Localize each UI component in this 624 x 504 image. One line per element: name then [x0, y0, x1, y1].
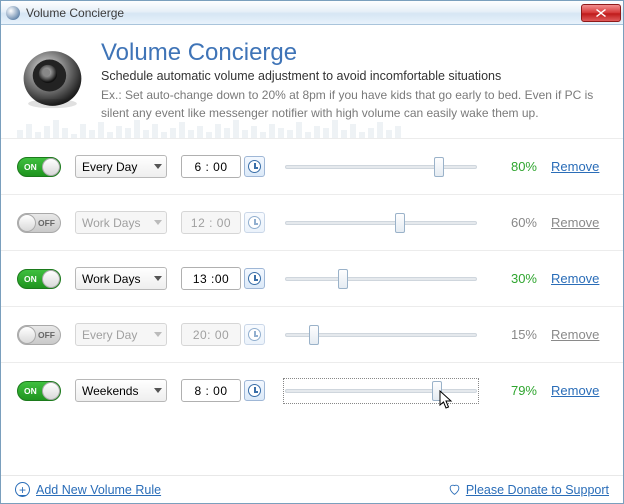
day-select: Every Day: [75, 323, 167, 346]
day-select[interactable]: Weekends: [75, 379, 167, 402]
volume-slider[interactable]: [285, 268, 477, 290]
page-example-text: Ex.: Set auto-change down to 20% at 8pm …: [101, 86, 609, 122]
remove-link[interactable]: Remove: [551, 159, 603, 174]
time-group: 20: 00: [181, 323, 265, 346]
rule-toggle[interactable]: OFF: [17, 213, 61, 233]
slider-thumb[interactable]: [432, 381, 442, 401]
clock-icon: [248, 384, 261, 397]
add-rule-link[interactable]: + Add New Volume Rule: [15, 482, 161, 497]
time-input: 12 : 00: [181, 211, 241, 234]
header: Volume Concierge Schedule automatic volu…: [1, 25, 623, 122]
remove-link[interactable]: Remove: [551, 327, 603, 342]
volume-percent: 15%: [497, 327, 537, 342]
window-close-button[interactable]: [581, 4, 621, 22]
window-title: Volume Concierge: [26, 6, 581, 20]
chevron-down-icon: [154, 276, 162, 281]
clock-button: [244, 324, 265, 345]
speaker-icon: [15, 39, 93, 117]
volume-slider[interactable]: [285, 324, 477, 346]
day-select[interactable]: Work Days: [75, 267, 167, 290]
time-group: 6 : 00: [181, 155, 265, 178]
day-select-label: Every Day: [82, 160, 154, 174]
slider-thumb[interactable]: [434, 157, 444, 177]
slider-thumb[interactable]: [338, 269, 348, 289]
time-input[interactable]: 13 :00: [181, 267, 241, 290]
page-subtitle: Schedule automatic volume adjustment to …: [101, 69, 609, 83]
time-group: 13 :00: [181, 267, 265, 290]
clock-icon: [248, 272, 261, 285]
day-select-label: Work Days: [82, 272, 154, 286]
app-icon: [6, 6, 20, 20]
volume-percent: 80%: [497, 159, 537, 174]
rule-row: ON Weekends 8 : 00 79% Remove: [1, 362, 623, 418]
footer: + Add New Volume Rule Please Donate to S…: [1, 475, 623, 503]
clock-icon: [248, 160, 261, 173]
chevron-down-icon: [154, 388, 162, 393]
slider-thumb[interactable]: [395, 213, 405, 233]
slider-thumb[interactable]: [309, 325, 319, 345]
chevron-down-icon: [154, 332, 162, 337]
page-title: Volume Concierge: [101, 39, 609, 67]
plus-icon: +: [15, 482, 30, 497]
day-select-label: Every Day: [82, 328, 154, 342]
volume-percent: 60%: [497, 215, 537, 230]
heart-icon: [448, 483, 461, 496]
clock-icon: [248, 216, 261, 229]
time-input[interactable]: 8 : 00: [181, 379, 241, 402]
remove-link[interactable]: Remove: [551, 383, 603, 398]
close-icon: [596, 9, 606, 17]
content-area: Volume Concierge Schedule automatic volu…: [1, 25, 623, 503]
app-window: Volume Concierge: [0, 0, 624, 504]
remove-link[interactable]: Remove: [551, 215, 603, 230]
day-select: Work Days: [75, 211, 167, 234]
header-text: Volume Concierge Schedule automatic volu…: [93, 39, 609, 122]
rule-row: ON Work Days 13 :00 30% Remove: [1, 250, 623, 306]
clock-icon: [248, 328, 261, 341]
volume-slider[interactable]: [285, 212, 477, 234]
rules-list: ON Every Day 6 : 00 80% Remove OFF Work Days 12…: [1, 138, 623, 475]
chevron-down-icon: [154, 164, 162, 169]
donate-link[interactable]: Please Donate to Support: [448, 483, 609, 497]
equalizer-decoration: [1, 118, 623, 138]
rule-row: OFF Every Day 20: 00 15% Remove: [1, 306, 623, 362]
clock-button: [244, 212, 265, 233]
rule-toggle[interactable]: ON: [17, 381, 61, 401]
day-select-label: Weekends: [82, 384, 154, 398]
rule-row: ON Every Day 6 : 00 80% Remove: [1, 138, 623, 194]
remove-link[interactable]: Remove: [551, 271, 603, 286]
volume-percent: 79%: [497, 383, 537, 398]
time-input: 20: 00: [181, 323, 241, 346]
clock-button[interactable]: [244, 156, 265, 177]
titlebar: Volume Concierge: [1, 1, 623, 25]
volume-slider[interactable]: [285, 156, 477, 178]
rule-toggle[interactable]: ON: [17, 157, 61, 177]
add-rule-label: Add New Volume Rule: [36, 483, 161, 497]
rule-toggle[interactable]: OFF: [17, 325, 61, 345]
clock-button[interactable]: [244, 380, 265, 401]
time-group: 8 : 00: [181, 379, 265, 402]
chevron-down-icon: [154, 220, 162, 225]
day-select[interactable]: Every Day: [75, 155, 167, 178]
time-group: 12 : 00: [181, 211, 265, 234]
volume-slider[interactable]: [285, 380, 477, 402]
donate-label: Please Donate to Support: [466, 483, 609, 497]
rule-toggle[interactable]: ON: [17, 269, 61, 289]
clock-button[interactable]: [244, 268, 265, 289]
volume-percent: 30%: [497, 271, 537, 286]
time-input[interactable]: 6 : 00: [181, 155, 241, 178]
rule-row: OFF Work Days 12 : 00 60% Remove: [1, 194, 623, 250]
day-select-label: Work Days: [82, 216, 154, 230]
